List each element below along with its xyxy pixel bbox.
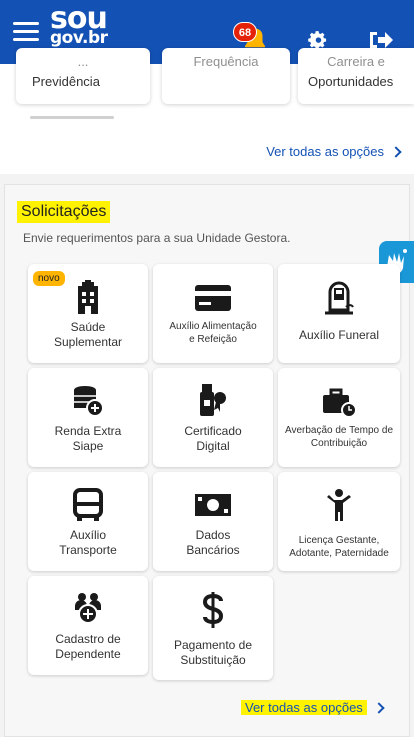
chevron-right-icon <box>373 701 385 714</box>
section-subtitle: Envie requerimentos para a sua Unidade G… <box>23 231 291 245</box>
add-family-icon <box>28 592 148 626</box>
card-averbacao[interactable]: Averbação de Tempo de Contribuição <box>278 368 400 467</box>
section-title: Solicitações <box>17 201 111 223</box>
card-renda-extra[interactable]: Renda Extra Siape <box>28 368 148 467</box>
horizontal-scrollbar[interactable] <box>30 116 114 119</box>
card-auxilio-funeral[interactable]: Auxílio Funeral <box>278 264 400 363</box>
card-previdencia[interactable]: ... Previdência <box>16 48 150 104</box>
bus-icon <box>28 488 148 522</box>
card-auxilio-alimentacao[interactable]: Auxílio Alimentação e Refeição <box>153 264 273 363</box>
ver-todas-link-bottom[interactable]: Ver todas as opções <box>241 700 385 715</box>
solicitacoes-section: Solicitações Envie requerimentos para a … <box>4 184 414 737</box>
hospital-icon <box>28 280 148 314</box>
card-cadastro-dependente[interactable]: Cadastro de Dependente <box>28 576 148 675</box>
notification-badge: 68 <box>233 22 257 42</box>
tombstone-icon <box>278 280 400 315</box>
quick-access-section: ... Previdência Frequência Carreira e Op… <box>0 48 414 174</box>
card-saude-suplementar[interactable]: novo Saúde Suplementar <box>28 264 148 363</box>
ver-todas-link-top[interactable]: Ver todas as opções <box>266 144 402 159</box>
card-pagamento-substituicao[interactable]: Pagamento de Substituição <box>153 576 273 680</box>
dollar-icon <box>153 592 273 628</box>
coins-icon <box>28 384 148 418</box>
card-licenca[interactable]: Licença Gestante, Adotante, Paternidade <box>278 472 400 571</box>
card-dados-bancarios[interactable]: Dados Bancários <box>153 472 273 571</box>
money-icon <box>153 488 273 522</box>
usb-certificate-icon <box>153 384 273 418</box>
sougov-logo[interactable]: sou gov.br <box>50 4 108 47</box>
section-divider <box>0 174 414 184</box>
menu-icon[interactable] <box>13 22 39 42</box>
card-auxilio-transporte[interactable]: Auxílio Transporte <box>28 472 148 571</box>
card-frequencia[interactable]: Frequência <box>162 48 290 104</box>
card-certificado-digital[interactable]: Certificado Digital <box>153 368 273 467</box>
briefcase-clock-icon <box>278 384 400 418</box>
card-oportunidades[interactable]: Carreira e Oportunidades <box>298 48 414 104</box>
credit-card-icon <box>153 280 273 314</box>
child-icon <box>278 488 400 522</box>
chevron-right-icon <box>390 145 402 158</box>
